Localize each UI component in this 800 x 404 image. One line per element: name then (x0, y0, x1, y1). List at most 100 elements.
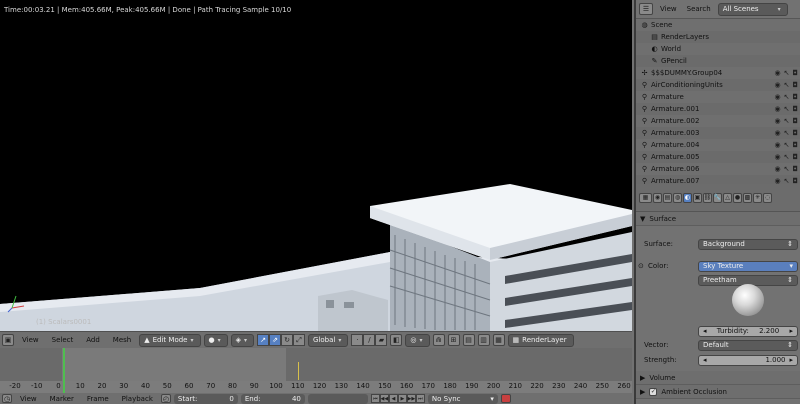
constraints-tab-icon[interactable]: ⛓ (703, 192, 712, 203)
frame-ruler[interactable]: -20 -10 0 10 20 30 40 50 60 70 80 90 100 110 120 130 140… (0, 381, 632, 393)
record-icon[interactable] (500, 394, 511, 403)
menu-playback[interactable]: Playback (117, 394, 158, 404)
visibility-eye-icon[interactable]: ◉ (774, 81, 780, 89)
outliner-item[interactable]: ⚲ AirConditioningUnits ◉ ↖ ◘ (636, 79, 800, 91)
render-camera-icon[interactable]: ◘ (792, 105, 798, 113)
color-node-dropdown[interactable]: Sky Texture ▾ (698, 260, 798, 272)
outliner-item[interactable]: ⚲ Armature.007 ◉ ↖ ◘ (636, 175, 800, 184)
render-camera-icon[interactable]: ◘ (792, 141, 798, 149)
scene-tab-icon[interactable]: ◍ (673, 192, 682, 203)
outliner-item[interactable]: ⚲ Armature.006 ◉ ↖ ◘ (636, 163, 800, 175)
play-icon[interactable]: ▶ (397, 394, 407, 403)
render-tab-icon[interactable]: ◉ (653, 192, 662, 203)
render-camera-icon[interactable]: ◘ (792, 81, 798, 89)
current-frame-indicator[interactable] (63, 348, 65, 393)
current-frame-field[interactable] (307, 393, 368, 404)
menu-marker[interactable]: Marker (45, 394, 79, 404)
render-camera-icon[interactable]: ◘ (792, 93, 798, 101)
data-tab-icon[interactable]: △ (723, 192, 732, 203)
texture-tab-icon[interactable]: ▩ (743, 192, 752, 203)
visibility-eye-icon[interactable]: ◉ (774, 117, 780, 125)
modifiers-tab-icon[interactable]: 🔧 (713, 192, 722, 203)
menu-view[interactable]: View (17, 334, 44, 347)
ao-checkbox[interactable]: ✓ (649, 387, 658, 396)
preview-range-icon[interactable]: ◴ (160, 394, 171, 403)
layer-toggle-icon[interactable]: ▦ (492, 334, 505, 346)
surface-panel-header[interactable]: ▼ Surface (636, 212, 800, 226)
menu-mesh[interactable]: Mesh (108, 334, 136, 347)
render-layer-dropdown[interactable]: ▦ RenderLayer (507, 333, 574, 347)
render-camera-icon[interactable]: ◘ (792, 153, 798, 161)
next-key-icon[interactable]: ▶▶ (406, 394, 416, 403)
outliner-item[interactable]: ⚲ Armature.005 ◉ ↖ ◘ (636, 151, 800, 163)
select-arrow-icon[interactable]: ↖ (784, 129, 790, 137)
face-select-icon[interactable]: ▰ (375, 334, 388, 346)
play-reverse-icon[interactable]: ◀ (388, 394, 398, 403)
orientation-dropdown[interactable]: Global ▾ (308, 333, 349, 347)
turbidity-field[interactable]: ◂ Turbidity: 2.200 ▸ (698, 325, 798, 337)
physics-tab-icon[interactable]: ◌ (763, 192, 772, 203)
menu-select[interactable]: Select (47, 334, 79, 347)
sun-direction-sphere[interactable] (732, 284, 764, 316)
mode-dropdown[interactable]: ▲ Edit Mode ▾ (139, 333, 201, 347)
visibility-eye-icon[interactable]: ◉ (774, 153, 780, 161)
end-frame-field[interactable]: End: 40 (240, 393, 305, 404)
outliner-item[interactable]: ⚲ Armature.001 ◉ ↖ ◘ (636, 103, 800, 115)
render-camera-icon[interactable]: ◘ (792, 165, 798, 173)
select-arrow-icon[interactable]: ↖ (784, 105, 790, 113)
editor-type-button[interactable]: ▦ (639, 192, 652, 203)
menu-frame[interactable]: Frame (82, 394, 114, 404)
layers-tab-icon[interactable]: ▤ (663, 192, 672, 203)
outliner-item[interactable]: ⚲ Armature.002 ◉ ↖ ◘ (636, 115, 800, 127)
occlude-geometry-icon[interactable]: ◧ (390, 334, 403, 346)
menu-search[interactable]: Search (684, 3, 714, 16)
select-arrow-icon[interactable]: ↖ (784, 177, 790, 184)
render-camera-icon[interactable]: ◘ (792, 117, 798, 125)
vertex-select-icon[interactable]: · (351, 334, 364, 346)
snap-magnet-icon[interactable]: ⋒ (432, 334, 445, 346)
shading-dropdown[interactable]: ● ▾ (203, 333, 228, 347)
outliner-item[interactable]: ⚲ Armature.004 ◉ ↖ ◘ (636, 139, 800, 151)
translate-manipulator-icon[interactable]: ⇗ (269, 334, 282, 346)
visibility-eye-icon[interactable]: ◉ (774, 141, 780, 149)
vector-dropdown[interactable]: Default ⇕ (698, 339, 798, 351)
outliner-item[interactable]: ⚲ Armature ◉ ↖ ◘ (636, 91, 800, 103)
select-arrow-icon[interactable]: ↖ (784, 117, 790, 125)
jump-start-icon[interactable]: ⏮ (370, 394, 380, 403)
scale-manipulator-icon[interactable]: ⤢ (293, 334, 306, 346)
outliner-item[interactable]: ⚲ Armature.003 ◉ ↖ ◘ (636, 127, 800, 139)
volume-panel-header[interactable]: ▶ Volume (636, 371, 800, 385)
outliner-item[interactable]: ▤ RenderLayers (636, 31, 800, 43)
sync-dropdown[interactable]: No Sync ▾ (427, 393, 498, 404)
menu-view[interactable]: View (657, 3, 680, 16)
select-arrow-icon[interactable]: ↖ (784, 141, 790, 149)
menu-view[interactable]: View (15, 394, 42, 404)
timeline-editor[interactable]: -20 -10 0 10 20 30 40 50 60 70 80 90 100 110 120 130 140… (0, 348, 632, 393)
rotate-manipulator-icon[interactable]: ↻ (281, 334, 294, 346)
strength-field[interactable]: ◂ 1.000 ▸ (698, 354, 798, 366)
scene-filter-dropdown[interactable]: All Scenes ▾ (717, 2, 788, 16)
world-tab-icon[interactable]: ◐ (683, 192, 692, 203)
surface-dropdown[interactable]: Background ⇕ (698, 238, 798, 250)
visibility-eye-icon[interactable]: ◉ (774, 93, 780, 101)
edge-select-icon[interactable]: / (363, 334, 376, 346)
select-arrow-icon[interactable]: ↖ (784, 93, 790, 101)
start-frame-field[interactable]: Start: 0 (173, 393, 238, 404)
render-camera-icon[interactable]: ◘ (792, 129, 798, 137)
outliner-item[interactable]: ◐ World (636, 43, 800, 55)
visibility-eye-icon[interactable]: ◉ (774, 105, 780, 113)
pivot-dropdown[interactable]: ◈ ▾ (230, 333, 255, 347)
select-arrow-icon[interactable]: ↖ (784, 69, 790, 77)
visibility-eye-icon[interactable]: ◉ (774, 69, 780, 77)
3d-viewport[interactable]: Time:00:03.21 | Mem:405.66M, Peak:405.66… (0, 0, 632, 331)
proportional-edit-dropdown[interactable]: ◎ ▾ (405, 333, 430, 347)
outliner-item[interactable]: ◍ Scene (636, 19, 800, 31)
outliner-item[interactable]: ✢ $$$DUMMY.Group04 ◉ ↖ ◘ (636, 67, 800, 79)
visibility-eye-icon[interactable]: ◉ (774, 165, 780, 173)
ambient-occlusion-panel-header[interactable]: ▶ ✓ Ambient Occlusion (636, 385, 800, 399)
prev-key-icon[interactable]: ◀◀ (379, 394, 389, 403)
particles-tab-icon[interactable]: ✳ (753, 192, 762, 203)
visibility-eye-icon[interactable]: ◉ (774, 177, 780, 184)
jump-end-icon[interactable]: ⏭ (415, 394, 425, 403)
manipulator-toggle-icon[interactable]: ↗ (257, 334, 270, 346)
